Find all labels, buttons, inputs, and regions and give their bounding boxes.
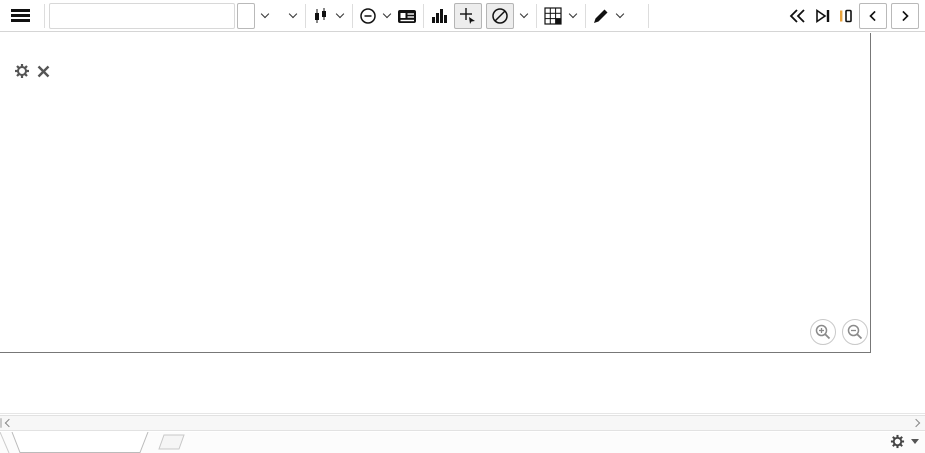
zoom-out-icon xyxy=(846,323,864,341)
volume-button[interactable] xyxy=(430,3,450,29)
pencil-draw-icon xyxy=(592,7,610,25)
price-axis[interactable] xyxy=(871,33,925,353)
grid-settings-icon xyxy=(543,6,563,26)
indicator-remove-button[interactable] xyxy=(36,64,51,79)
separator xyxy=(536,4,537,28)
tab-settings-button[interactable] xyxy=(890,434,919,449)
indicator-legend xyxy=(8,63,51,79)
chevron-down-icon[interactable] xyxy=(616,10,624,18)
step-forward-icon xyxy=(837,8,855,24)
zoom-in-button[interactable] xyxy=(810,319,836,345)
chart-canvas[interactable] xyxy=(0,33,870,352)
scroll-left-button[interactable] xyxy=(0,416,18,430)
time-axis[interactable] xyxy=(0,354,870,372)
scrollbar-thumb[interactable] xyxy=(0,418,2,428)
chevron-down-icon[interactable] xyxy=(261,10,269,18)
chart-plot-area[interactable] xyxy=(0,33,870,352)
trading-chart-window xyxy=(0,0,925,453)
close-icon xyxy=(36,64,51,79)
separator xyxy=(44,4,45,28)
drawings-visibility-button[interactable] xyxy=(486,3,514,29)
step-forward-button[interactable] xyxy=(837,3,855,29)
news-button[interactable] xyxy=(397,3,417,29)
scroll-right-button[interactable] xyxy=(907,416,925,430)
zoom-out-button[interactable] xyxy=(842,319,868,345)
separator xyxy=(305,4,306,28)
draw-tool-button[interactable] xyxy=(592,3,610,29)
drawings-off-icon xyxy=(491,7,509,25)
grid-settings-button[interactable] xyxy=(543,3,563,29)
chevron-down-icon[interactable] xyxy=(569,10,577,18)
chart-tab-bar xyxy=(0,432,925,453)
chart-navigator[interactable] xyxy=(0,376,925,414)
tab-shapes xyxy=(0,432,200,453)
sessions-clock-icon xyxy=(359,7,377,25)
zoom-in-icon xyxy=(814,323,832,341)
chevron-down-icon[interactable] xyxy=(289,10,297,18)
chart-scrollbar[interactable] xyxy=(0,415,925,431)
skip-to-start-icon xyxy=(787,8,809,24)
chevron-right-icon xyxy=(912,419,920,427)
chevron-down-icon xyxy=(911,439,919,444)
indicator-settings-button[interactable] xyxy=(14,63,30,79)
separator xyxy=(423,4,424,28)
chart-type-button[interactable] xyxy=(312,3,330,29)
skip-to-start-button[interactable] xyxy=(787,3,809,29)
timeframe-button[interactable] xyxy=(237,3,255,29)
crosshair-icon xyxy=(459,7,477,25)
gear-icon xyxy=(890,434,905,449)
navigator-overview[interactable] xyxy=(0,376,925,414)
chevron-left-icon xyxy=(5,419,13,427)
gear-icon xyxy=(14,63,30,79)
top-toolbar xyxy=(0,0,925,32)
chevron-down-icon[interactable] xyxy=(336,10,344,18)
symbol-input[interactable] xyxy=(49,3,235,29)
price-side-button[interactable] xyxy=(275,3,283,29)
sessions-button[interactable] xyxy=(359,3,377,29)
main-menu-button[interactable] xyxy=(6,3,38,29)
volume-histogram-icon xyxy=(430,7,450,25)
separator xyxy=(648,4,649,28)
news-icon xyxy=(397,7,417,25)
menu-icon xyxy=(11,9,30,22)
chevron-down-icon[interactable] xyxy=(383,10,391,18)
indicators-button[interactable] xyxy=(630,3,642,29)
chevron-down-icon[interactable] xyxy=(520,10,528,18)
skip-to-end-button[interactable] xyxy=(813,3,833,29)
chart-type-candlestick-icon xyxy=(312,7,330,25)
current-price-badge xyxy=(871,0,925,18)
crosshair-tool-button[interactable] xyxy=(454,3,482,29)
separator xyxy=(585,4,586,28)
separator xyxy=(352,4,353,28)
time-axis-line xyxy=(0,352,871,353)
skip-to-end-icon xyxy=(813,8,833,24)
